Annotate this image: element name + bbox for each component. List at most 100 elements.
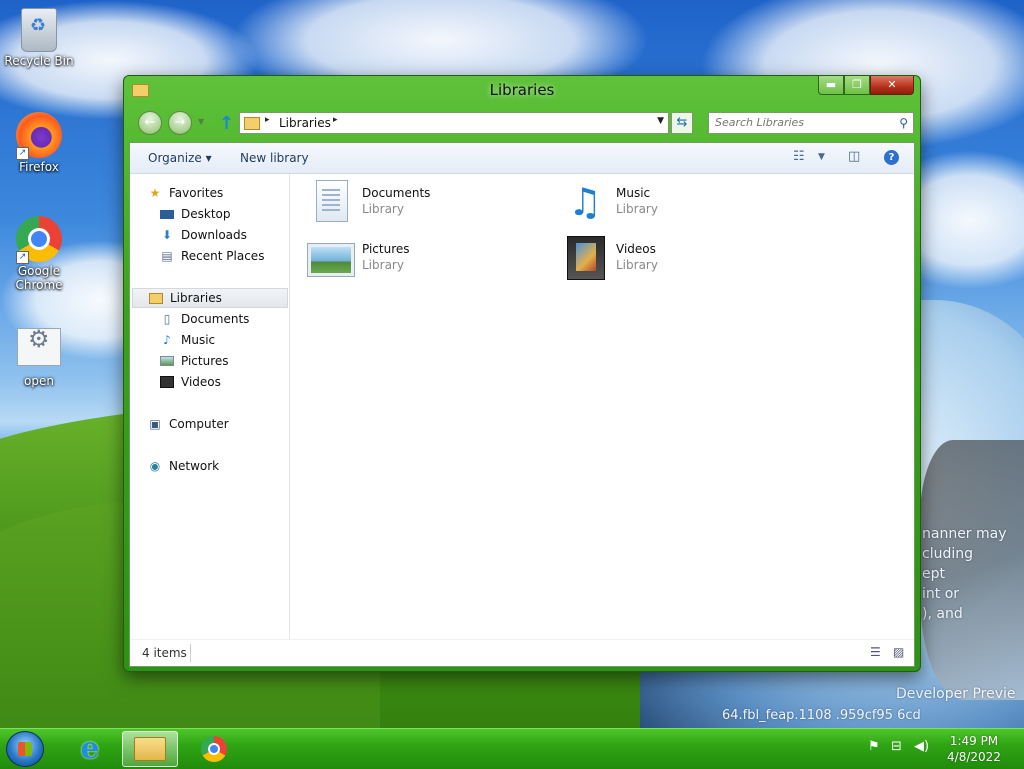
breadcrumb-libraries[interactable]: Libraries xyxy=(279,116,331,130)
library-type: Library xyxy=(616,202,658,216)
refresh-button[interactable]: ⇆ xyxy=(671,112,693,134)
music-icon: ♪ xyxy=(163,333,171,347)
nav-label: Videos xyxy=(181,375,221,389)
wallpaper-text: int or xyxy=(922,586,960,602)
file-explorer-icon xyxy=(134,737,166,761)
library-item-music[interactable]: ♫ Music Library xyxy=(562,180,792,230)
wallpaper-text: cluding xyxy=(922,546,973,562)
dropdown-arrow-icon: ▾ xyxy=(205,151,212,165)
taskbar: e ⚑ ⊟ ◀) 1:49 PM 4/8/2022 xyxy=(0,728,1024,769)
close-button[interactable]: ✕ xyxy=(870,76,914,95)
desktop-icon-firefox[interactable]: ↗ Firefox xyxy=(1,112,77,174)
search-box[interactable]: ⚲ xyxy=(708,112,914,134)
shortcut-arrow-icon: ↗ xyxy=(16,251,29,264)
taskbar-file-explorer[interactable] xyxy=(122,731,178,767)
desktop-icon xyxy=(160,209,174,219)
desktop-icon-label: Google Chrome xyxy=(15,264,63,292)
forward-arrow-icon: → xyxy=(174,115,186,130)
search-input[interactable] xyxy=(715,116,885,129)
clock-date: 4/8/2022 xyxy=(947,750,1001,764)
nav-item-music[interactable]: ♪ Music xyxy=(160,330,215,350)
clock[interactable]: 1:49 PM 4/8/2022 xyxy=(944,733,1004,765)
wallpaper-text: nanner may xyxy=(922,526,1007,542)
help-icon[interactable]: ? xyxy=(884,150,899,165)
volume-icon[interactable]: ◀) xyxy=(914,739,929,754)
navigation-bar: ← → ▼ ↑ ▸ Libraries ▸ ▼ ⇆ ⚲ xyxy=(124,109,920,137)
breadcrumb-chevron-icon[interactable]: ▸ xyxy=(333,115,338,125)
status-bar: 4 items ☰ ▨ xyxy=(130,639,914,666)
desktop-icon-recycle-bin[interactable]: Recycle Bin xyxy=(1,6,77,68)
firefox-icon: ↗ xyxy=(16,112,62,160)
pictures-library-icon xyxy=(308,244,354,276)
large-icons-view-icon[interactable]: ▨ xyxy=(893,645,904,659)
recent-pages-dropdown[interactable]: ▼ xyxy=(198,117,204,126)
organize-label: Organize xyxy=(148,151,202,165)
pictures-icon xyxy=(160,356,174,366)
library-view: Documents Library ♫ Music Library Pictur… xyxy=(290,174,914,641)
back-button[interactable]: ← xyxy=(138,111,162,135)
nav-label: Desktop xyxy=(181,207,231,221)
navigation-pane: ★ Favorites Desktop ⬇ Downloads ▤ Recent Pl… xyxy=(130,174,290,641)
nav-item-downloads[interactable]: ⬇ Downloads xyxy=(160,225,247,245)
shortcut-arrow-icon: ↗ xyxy=(16,147,29,160)
nav-item-favorites[interactable]: ★ Favorites xyxy=(148,183,224,203)
desktop-icon-chrome[interactable]: ↗ Google Chrome xyxy=(1,216,77,292)
libraries-icon xyxy=(149,292,163,304)
nav-label: Pictures xyxy=(181,354,229,368)
nav-label: Network xyxy=(169,459,220,473)
up-button[interactable]: ↑ xyxy=(219,113,234,134)
details-view-icon[interactable]: ☰ xyxy=(870,645,881,659)
back-arrow-icon: ← xyxy=(144,115,156,130)
nav-item-libraries[interactable]: Libraries xyxy=(132,288,288,308)
nav-item-computer[interactable]: ▣ Computer xyxy=(148,414,228,434)
organize-button[interactable]: Organize ▾ xyxy=(148,151,212,165)
desktop-icon-open[interactable]: open xyxy=(1,324,77,388)
nav-label: Favorites xyxy=(169,186,224,200)
nav-item-pictures[interactable]: Pictures xyxy=(160,351,229,371)
view-options-dropdown[interactable]: ▼ xyxy=(818,152,825,162)
window-title: Libraries xyxy=(489,81,555,99)
action-center-flag-icon[interactable]: ⚑ xyxy=(868,739,880,754)
nav-item-desktop[interactable]: Desktop xyxy=(160,204,231,224)
chrome-icon xyxy=(201,736,227,762)
wallpaper-text: ), and xyxy=(922,606,963,622)
maximize-button[interactable]: ❐ xyxy=(844,76,870,95)
taskbar-chrome[interactable] xyxy=(186,731,242,767)
computer-icon: ▣ xyxy=(149,417,161,431)
videos-library-icon xyxy=(567,236,605,280)
breadcrumb-chevron-icon[interactable]: ▸ xyxy=(265,115,270,125)
nav-label: Downloads xyxy=(181,228,247,242)
documents-library-icon xyxy=(316,180,348,222)
change-view-icon[interactable]: ☷ xyxy=(793,149,805,164)
explorer-window: Libraries ▬ ❐ ✕ ← → ▼ ↑ ▸ Libraries ▸ ▼ … xyxy=(123,75,921,672)
nav-item-videos[interactable]: Videos xyxy=(160,372,221,392)
network-icon: ◉ xyxy=(149,459,161,473)
library-name: Music xyxy=(616,186,651,200)
desktop-icon-label: Firefox xyxy=(19,160,59,174)
command-bar: Organize ▾ New library ☷ ▼ ◫ ? xyxy=(130,143,914,174)
address-history-dropdown[interactable]: ▼ xyxy=(657,116,664,126)
nav-label: Libraries xyxy=(170,291,222,305)
library-item-documents[interactable]: Documents Library xyxy=(308,180,538,230)
nav-item-recent-places[interactable]: ▤ Recent Places xyxy=(160,246,264,266)
recycle-bin-icon xyxy=(21,8,57,52)
address-bar[interactable]: ▸ Libraries ▸ ▼ xyxy=(239,112,669,134)
nav-item-network[interactable]: ◉ Network xyxy=(148,456,219,476)
search-icon[interactable]: ⚲ xyxy=(899,116,908,130)
caption-buttons: ▬ ❐ ✕ xyxy=(818,76,914,96)
refresh-icon: ⇆ xyxy=(676,115,688,130)
start-button[interactable] xyxy=(6,731,44,767)
forward-button[interactable]: → xyxy=(168,111,192,135)
library-name: Videos xyxy=(616,242,656,256)
taskbar-internet-explorer[interactable]: e xyxy=(62,731,118,767)
network-tray-icon[interactable]: ⊟ xyxy=(891,739,902,754)
item-count: 4 items xyxy=(142,646,187,660)
recent-places-icon: ▤ xyxy=(161,249,173,263)
preview-pane-icon[interactable]: ◫ xyxy=(848,149,860,164)
library-item-videos[interactable]: Videos Library xyxy=(562,236,792,286)
new-library-button[interactable]: New library xyxy=(240,151,309,165)
minimize-button[interactable]: ▬ xyxy=(818,76,844,95)
library-item-pictures[interactable]: Pictures Library xyxy=(308,236,538,286)
explorer-content: Organize ▾ New library ☷ ▼ ◫ ? ★ Favorite… xyxy=(129,142,915,667)
nav-item-documents[interactable]: ▯ Documents xyxy=(160,309,250,329)
